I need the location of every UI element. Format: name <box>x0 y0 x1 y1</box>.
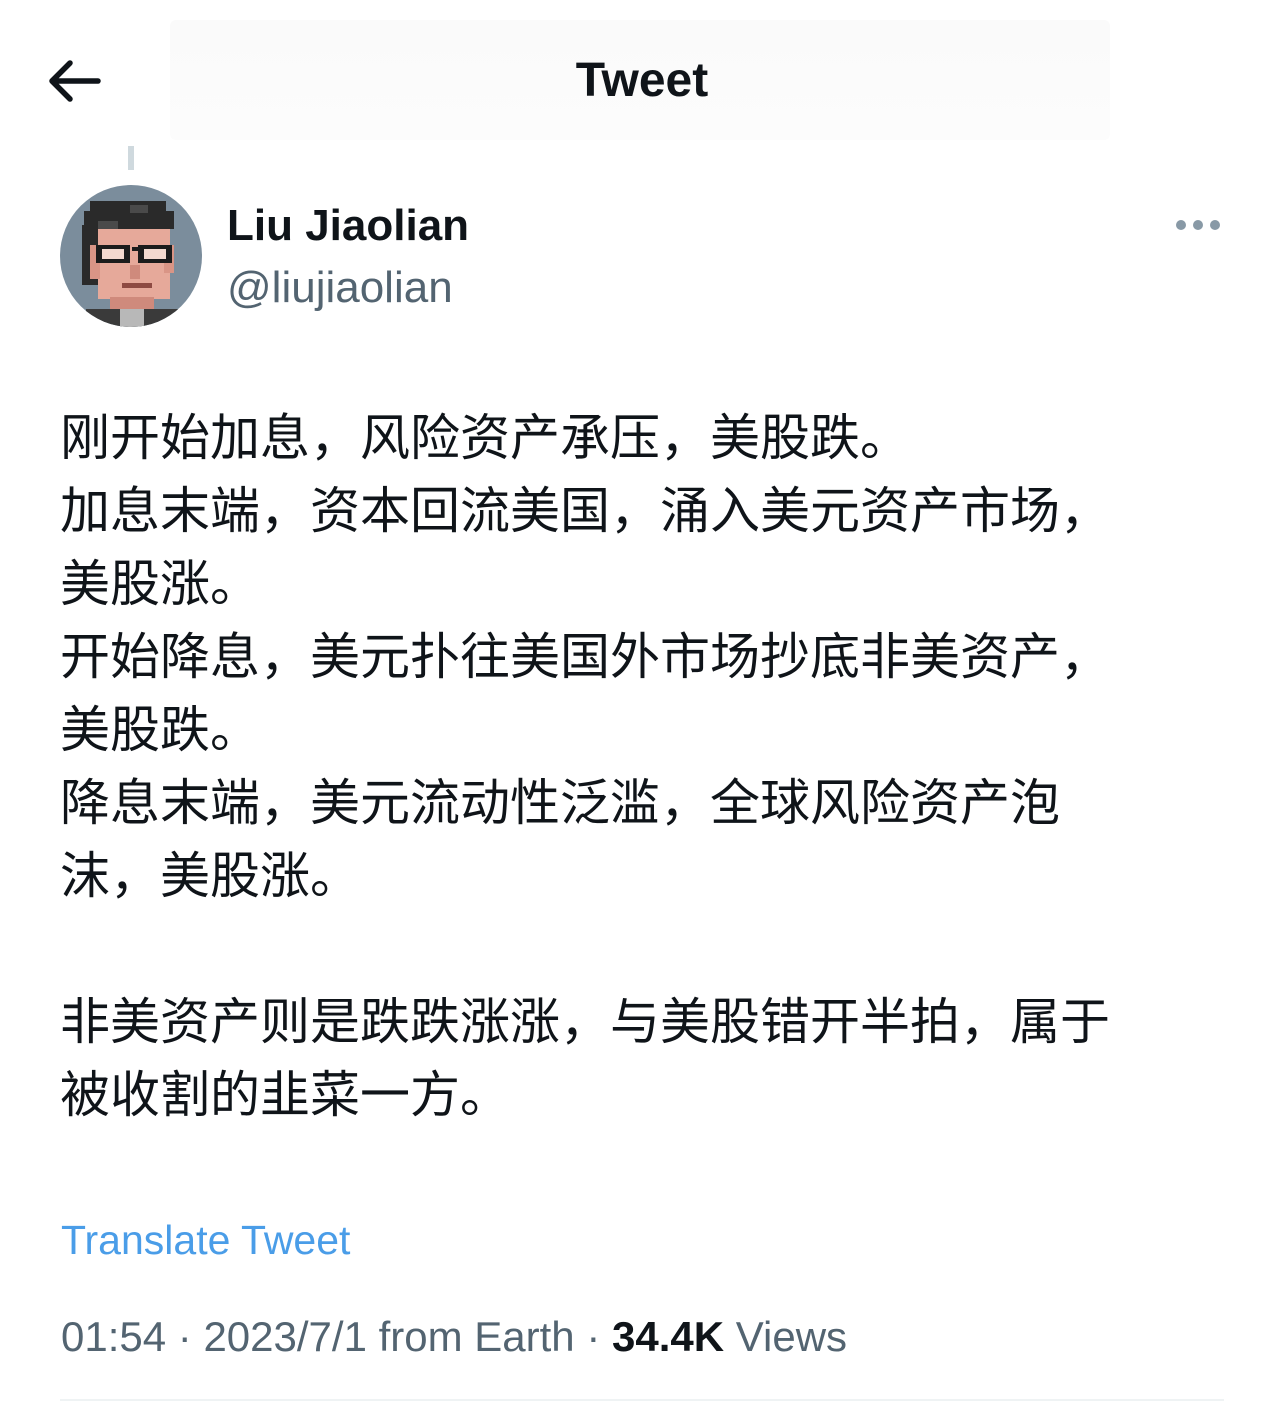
author-display-name[interactable]: Liu Jiaolian <box>227 198 469 254</box>
meta-separator: · <box>574 1313 612 1360</box>
meta-separator: · <box>166 1313 204 1360</box>
tweet-source: from Earth <box>378 1313 575 1360</box>
tweet-time[interactable]: 01:54 <box>61 1313 166 1360</box>
top-bar: Tweet <box>0 0 1284 150</box>
divider <box>60 1399 1224 1401</box>
views-count[interactable]: 34.4K <box>612 1313 724 1360</box>
author-handle[interactable]: @liujiaolian <box>227 260 453 316</box>
tweet-date[interactable]: 2023/7/1 <box>203 1313 367 1360</box>
views-label: Views <box>735 1313 848 1360</box>
pixel-art-portrait-avatar <box>60 185 202 327</box>
more-options-button[interactable] <box>1170 205 1226 245</box>
more-horizontal-icon <box>1176 220 1220 230</box>
page-title: Tweet <box>575 54 709 107</box>
tweet-meta: 01:54 · 2023/7/1 from Earth · 34.4K View… <box>61 1308 847 1366</box>
avatar[interactable] <box>60 185 202 327</box>
translate-tweet-link[interactable]: Translate Tweet <box>61 1212 350 1268</box>
thread-connector-line <box>128 146 134 170</box>
tweet-text: 刚开始加息，风险资产承压，美股跌。 加息末端，资本回流美国，涌入美元资产市场， … <box>60 409 1110 1124</box>
